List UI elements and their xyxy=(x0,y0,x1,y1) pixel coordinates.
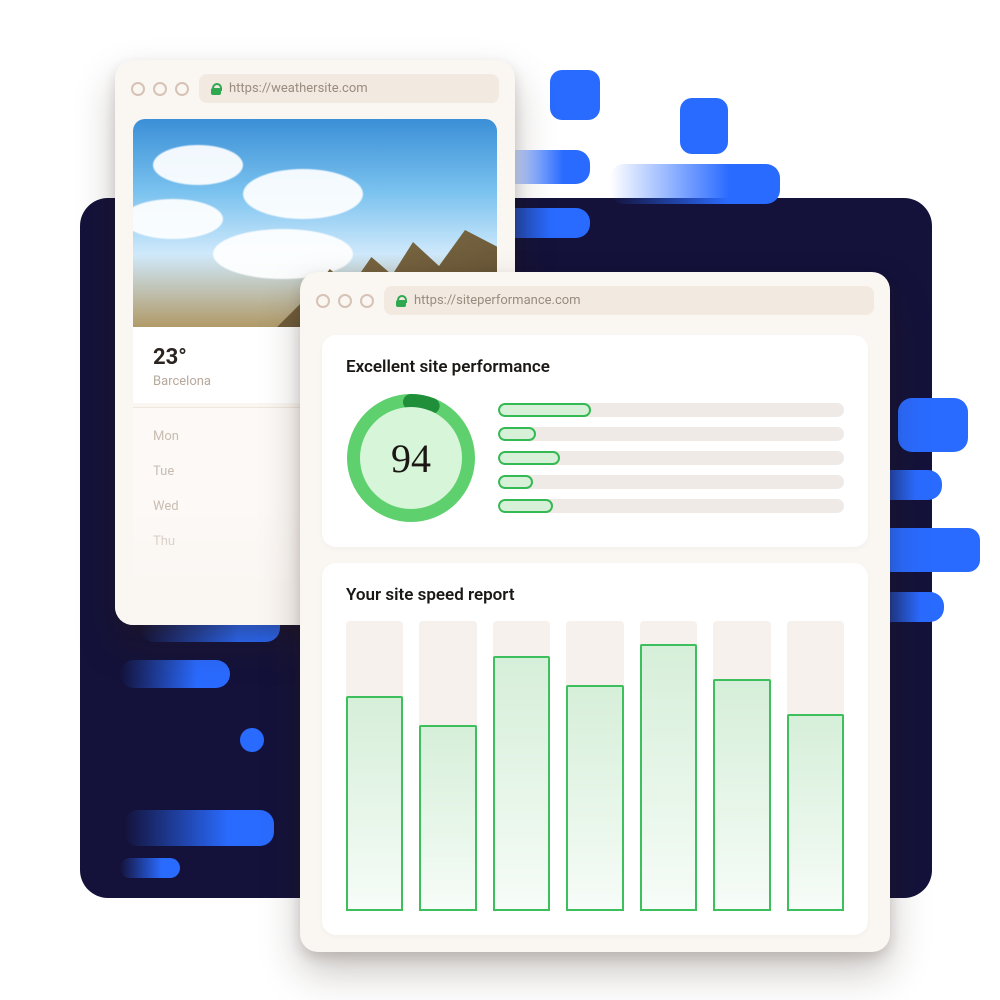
chart-bar-slot xyxy=(713,621,770,911)
chart-bar-slot xyxy=(346,621,403,911)
metric-bar xyxy=(498,475,844,489)
lock-icon xyxy=(211,83,221,95)
decor-chip xyxy=(550,70,600,120)
chart-bar-slot xyxy=(419,621,476,911)
forecast-day: Wed xyxy=(153,499,179,514)
window-controls[interactable] xyxy=(316,294,374,308)
decor-chip xyxy=(120,858,180,878)
browser-chrome: https://siteperformance.com xyxy=(300,272,890,325)
window-dot-icon[interactable] xyxy=(175,82,189,96)
chart-bar-slot xyxy=(493,621,550,911)
speed-bar-chart xyxy=(346,621,844,911)
chart-bar xyxy=(346,696,403,911)
chart-bar xyxy=(493,656,550,911)
performance-panel: Excellent site performance 94 xyxy=(322,335,868,547)
url-text: https://weathersite.com xyxy=(229,81,368,96)
chart-bar xyxy=(713,679,770,911)
metric-bar xyxy=(498,427,844,441)
window-dot-icon[interactable] xyxy=(316,294,330,308)
speed-report-title: Your site speed report xyxy=(346,585,844,605)
metric-bar xyxy=(498,403,844,417)
forecast-day: Thu xyxy=(153,534,175,549)
decor-chip xyxy=(610,164,780,204)
performance-title: Excellent site performance xyxy=(346,357,844,377)
chart-bar xyxy=(787,714,844,911)
window-dot-icon[interactable] xyxy=(153,82,167,96)
speed-report-panel: Your site speed report xyxy=(322,563,868,935)
chart-bar-slot xyxy=(787,621,844,911)
browser-chrome: https://weathersite.com xyxy=(115,60,515,113)
forecast-day: Mon xyxy=(153,429,179,444)
decor-chip xyxy=(124,810,274,846)
address-bar[interactable]: https://siteperformance.com xyxy=(384,286,874,315)
performance-browser-window: https://siteperformance.com Excellent si… xyxy=(300,272,890,952)
url-text: https://siteperformance.com xyxy=(414,293,581,308)
decor-chip xyxy=(898,398,968,452)
chart-bar-slot xyxy=(566,621,623,911)
decor-chip xyxy=(680,98,728,154)
lock-icon xyxy=(396,295,406,307)
chart-bar xyxy=(419,725,476,911)
window-controls[interactable] xyxy=(131,82,189,96)
chart-bar xyxy=(640,644,697,911)
metric-bar xyxy=(498,451,844,465)
score-ring: 94 xyxy=(346,393,476,523)
window-dot-icon[interactable] xyxy=(338,294,352,308)
decor-chip xyxy=(120,660,230,688)
chart-bar xyxy=(566,685,623,911)
forecast-day: Tue xyxy=(153,464,174,479)
window-dot-icon[interactable] xyxy=(131,82,145,96)
metric-bars xyxy=(498,403,844,513)
address-bar[interactable]: https://weathersite.com xyxy=(199,74,499,103)
chart-bar-slot xyxy=(640,621,697,911)
decor-chip xyxy=(240,728,264,752)
metric-bar xyxy=(498,499,844,513)
window-dot-icon[interactable] xyxy=(360,294,374,308)
score-value: 94 xyxy=(360,407,462,509)
